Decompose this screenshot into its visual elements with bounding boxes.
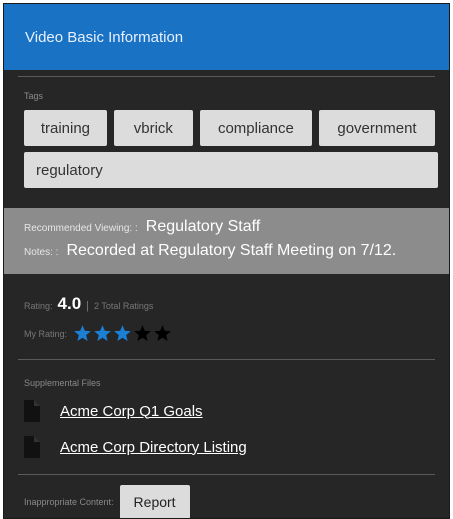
notes-row: Notes: : Recorded at Regulatory Staff Me… [24, 242, 449, 266]
recommendation-band: Recommended Viewing: : Regulatory Staff … [4, 208, 449, 274]
tags-label: Tags [24, 91, 44, 101]
document-icon [24, 436, 40, 458]
star-icon[interactable] [93, 324, 112, 343]
star-rating[interactable] [73, 324, 173, 343]
notes-value: Recorded at Regulatory Staff Meeting on … [66, 242, 397, 259]
tag-regulatory[interactable]: regulatory [24, 152, 438, 188]
file-link-q1-goals[interactable]: Acme Corp Q1 Goals [60, 403, 203, 420]
inappropriate-label: Inappropriate Content: [24, 497, 114, 507]
file-item: Acme Corp Q1 Goals [24, 398, 449, 424]
recommended-viewing-label: Recommended Viewing: : [24, 223, 138, 234]
star-icon[interactable] [73, 324, 92, 343]
star-icon[interactable] [153, 324, 172, 343]
tag-compliance[interactable]: compliance [199, 110, 312, 146]
supplemental-label: Supplemental Files [24, 378, 101, 388]
my-rating-row: My Rating: [24, 324, 449, 343]
recommended-viewing-row: Recommended Viewing: : Regulatory Staff [24, 218, 449, 242]
notes-label: Notes: : [24, 247, 59, 258]
rating-summary: Rating: 4.0 | 2 Total Ratings [24, 294, 449, 314]
panel-title: Video Basic Information [25, 28, 184, 46]
report-button[interactable]: Report [119, 485, 190, 518]
inappropriate-section: Inappropriate Content: Report [4, 475, 449, 518]
rating-value: 4.0 [57, 294, 82, 313]
my-rating-label: My Rating: [24, 328, 68, 339]
rating-section: Rating: 4.0 | 2 Total Ratings My Rating: [4, 274, 449, 343]
supplemental-section: Supplemental Files Acme Corp Q1 Goals Ac… [4, 360, 449, 460]
tags-section: Tags training vbrick compliance governme… [4, 77, 449, 188]
file-link-directory-listing[interactable]: Acme Corp Directory Listing [60, 439, 247, 456]
rating-count: 2 Total Ratings [94, 301, 154, 311]
video-info-panel: Video Basic Information Tags training vb… [3, 3, 450, 519]
star-icon[interactable] [113, 324, 132, 343]
tag-government[interactable]: government [318, 110, 435, 146]
tag-training[interactable]: training [24, 110, 107, 146]
rating-label: Rating: [24, 301, 53, 311]
file-item: Acme Corp Directory Listing [24, 434, 449, 460]
rating-separator: | [86, 300, 90, 312]
document-icon [24, 400, 40, 422]
tag-vbrick[interactable]: vbrick [113, 110, 193, 146]
star-icon[interactable] [133, 324, 152, 343]
recommended-viewing-value: Regulatory Staff [145, 218, 261, 235]
panel-header: Video Basic Information [4, 4, 449, 70]
